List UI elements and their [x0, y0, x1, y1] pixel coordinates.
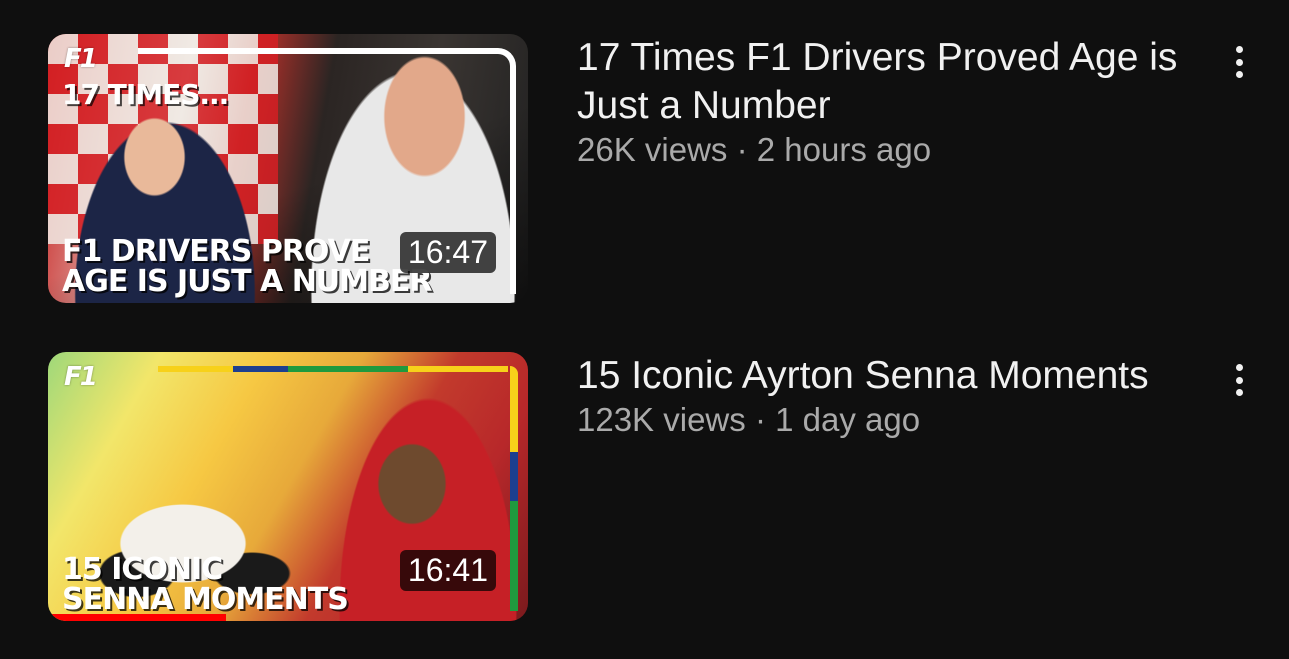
video-meta: 15 Iconic Ayrton Senna Moments 123K view…	[577, 352, 1187, 440]
video-item[interactable]: F1 17 TIMES... F1 DRIVERS PROVE AGE IS J…	[48, 34, 1289, 304]
thumbnail-stripe	[288, 366, 408, 372]
video-title[interactable]: 15 Iconic Ayrton Senna Moments	[577, 352, 1187, 400]
more-vertical-icon	[1235, 58, 1243, 66]
thumbnail-top-caption: 17 TIMES...	[62, 78, 229, 111]
more-options-button[interactable]	[1224, 360, 1254, 400]
video-stats: 123K views · 1 day ago	[577, 400, 1187, 440]
upload-age: 1 day ago	[775, 401, 921, 438]
thumbnail-stripe	[408, 366, 508, 372]
upload-age: 2 hours ago	[756, 131, 932, 168]
view-count: 123K views	[577, 401, 746, 438]
video-thumbnail[interactable]: F1 17 TIMES... F1 DRIVERS PROVE AGE IS J…	[48, 34, 528, 303]
more-vertical-icon	[1235, 389, 1243, 396]
video-stats: 26K views · 2 hours ago	[577, 130, 1187, 170]
view-count: 26K views	[577, 131, 728, 168]
video-item[interactable]: F1 15 ICONIC SENNA MOMENTS 16:41 15 Icon…	[48, 352, 1289, 622]
meta-separator: ·	[736, 131, 748, 168]
f1-logo: F1	[64, 44, 98, 74]
duration-badge: 16:47	[399, 232, 496, 273]
meta-separator: ·	[754, 401, 766, 438]
watch-progress-bar	[48, 614, 226, 621]
video-thumbnail[interactable]: F1 15 ICONIC SENNA MOMENTS 16:41	[48, 352, 528, 621]
video-feed: F1 17 TIMES... F1 DRIVERS PROVE AGE IS J…	[0, 0, 1289, 659]
video-meta: 17 Times F1 Drivers Proved Age is Just a…	[577, 34, 1187, 170]
more-vertical-icon	[1235, 364, 1243, 371]
f1-logo: F1	[64, 362, 98, 392]
more-options-button[interactable]	[1224, 42, 1254, 82]
thumbnail-frame-decoration	[510, 366, 518, 611]
thumbnail-stripe	[233, 366, 293, 372]
duration-badge: 16:41	[399, 550, 496, 591]
more-vertical-icon	[1235, 71, 1243, 78]
video-title[interactable]: 17 Times F1 Drivers Proved Age is Just a…	[577, 34, 1187, 130]
more-vertical-icon	[1235, 376, 1243, 384]
more-vertical-icon	[1235, 46, 1243, 53]
